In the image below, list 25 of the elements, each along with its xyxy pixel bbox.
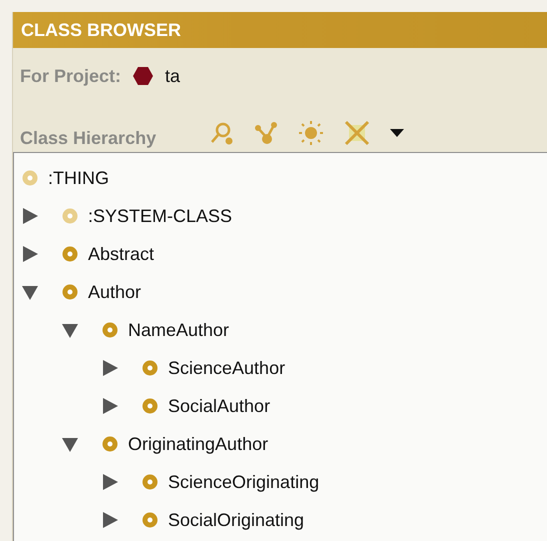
panel-title: CLASS BROWSER xyxy=(21,20,182,40)
class-name[interactable]: :SYSTEM-CLASS xyxy=(88,206,232,226)
expand-toggle-icon[interactable] xyxy=(102,398,118,414)
expand-toggle-icon[interactable] xyxy=(22,246,38,262)
class-name[interactable]: Author xyxy=(88,282,142,302)
class-name[interactable]: Abstract xyxy=(88,244,154,264)
hierarchy-title: Class Hierarchy xyxy=(20,128,156,148)
expand-toggle-icon[interactable] xyxy=(62,322,78,338)
expand-toggle-icon[interactable] xyxy=(22,284,38,300)
class-name[interactable]: ScienceAuthor xyxy=(168,358,286,378)
project-label: For Project: xyxy=(20,66,122,86)
class-name[interactable]: SocialAuthor xyxy=(168,396,270,416)
class-name[interactable]: :THING xyxy=(48,168,109,188)
class-name[interactable]: OriginatingAuthor xyxy=(128,434,268,454)
expand-toggle-icon[interactable] xyxy=(102,512,118,528)
class-name[interactable]: ScienceOriginating xyxy=(168,472,320,492)
project-icon xyxy=(133,66,154,86)
class-name[interactable]: NameAuthor xyxy=(128,320,230,340)
expand-toggle-icon[interactable] xyxy=(102,474,118,490)
dropdown-icon[interactable] xyxy=(390,129,404,137)
project-name: ta xyxy=(165,66,180,86)
expand-toggle-icon[interactable] xyxy=(102,360,118,376)
class-name[interactable]: SocialOriginating xyxy=(168,510,304,530)
expand-toggle-icon[interactable] xyxy=(62,436,78,452)
expand-toggle-icon[interactable] xyxy=(22,208,38,224)
